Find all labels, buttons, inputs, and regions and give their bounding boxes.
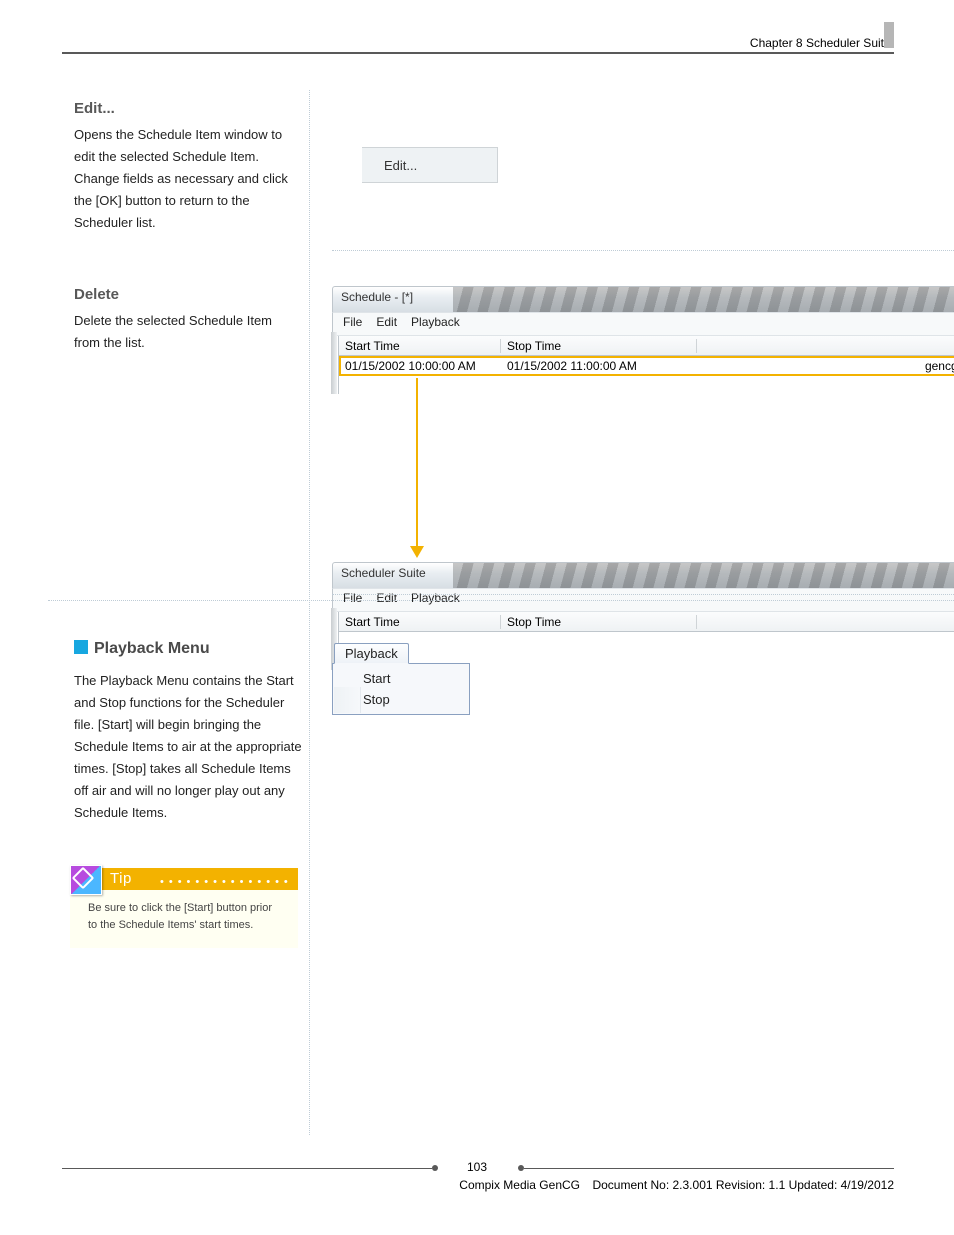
tip-label: Tip: [110, 870, 132, 887]
playback-menu-figure: Playback Start Stop: [332, 643, 470, 715]
cell-stop-time: 01/15/2002 11:00:00 AM: [501, 359, 697, 373]
header-tab-decor: [884, 22, 894, 48]
cell-start-time: 01/15/2002 10:00:00 AM: [339, 359, 501, 373]
col-stop-time[interactable]: Stop Time: [501, 339, 697, 353]
col-start-time[interactable]: Start Time: [339, 339, 501, 353]
window-title-bar: Scheduler Suite: [332, 562, 954, 588]
dotted-separator: [332, 594, 954, 595]
col-file[interactable]: File: [697, 615, 954, 629]
tip-body: Be sure to click the [Start] button prio…: [70, 890, 298, 948]
col-start-time[interactable]: Start Time: [339, 615, 501, 629]
tip-box: Tip ••••••••••••••• Be sure to click the…: [70, 868, 298, 948]
menu-item-stop[interactable]: Stop: [333, 689, 469, 710]
footer-product: Compix Media GenCG: [0, 1178, 580, 1192]
col-file[interactable]: File: [697, 339, 954, 353]
dotted-separator-full: [48, 600, 954, 601]
table-header: Start Time Stop Time File Page: [338, 336, 954, 356]
edit-menu-item-label: Edit...: [384, 158, 417, 173]
edit-menu-item-figure: Edit...: [362, 147, 498, 183]
cell-file: gencg_news.gcg: [697, 359, 954, 373]
playback-tab[interactable]: Playback: [334, 643, 409, 664]
menu-bar: File Edit Playback: [332, 312, 954, 336]
header-rule: [62, 52, 894, 54]
menu-file[interactable]: File: [343, 315, 362, 335]
menu-edit[interactable]: Edit: [376, 315, 397, 335]
window-title: Scheduler Suite: [341, 566, 426, 580]
footer-docinfo: Document No: 2.3.001 Revision: 1.1 Updat…: [592, 1178, 894, 1192]
window-title-bar: Schedule - [*]: [332, 286, 954, 312]
arrow-head-icon: [410, 546, 424, 558]
edit-heading: Edit...: [74, 98, 299, 120]
page-number: 103: [0, 1160, 954, 1174]
table-blank: [338, 376, 954, 394]
playback-heading: Playback Menu: [74, 638, 306, 660]
edit-body: Opens the Schedule Item window to edit t…: [74, 124, 299, 234]
arrow-line: [416, 378, 418, 548]
menu-item-start[interactable]: Start: [333, 668, 469, 689]
blue-square-icon: [74, 640, 88, 654]
playback-body: The Playback Menu contains the Start and…: [74, 670, 306, 824]
delete-body: Delete the selected Schedule Item from t…: [74, 310, 299, 354]
window-left-rail: [331, 332, 337, 394]
dotted-separator: [332, 250, 954, 251]
tip-icon: [70, 865, 102, 895]
table-header: Start Time Stop Time File Page: [338, 612, 954, 632]
column-divider: [309, 90, 310, 1135]
col-stop-time[interactable]: Stop Time: [501, 615, 697, 629]
playback-heading-text: Playback Menu: [94, 640, 210, 657]
menu-playback[interactable]: Playback: [411, 315, 460, 335]
table-row[interactable]: 01/15/2002 10:00:00 AM 01/15/2002 11:00:…: [338, 356, 954, 376]
tip-dots-decor: •••••••••••••••: [160, 876, 293, 888]
delete-heading: Delete: [74, 284, 299, 306]
window-title: Schedule - [*]: [341, 290, 413, 304]
chapter-title: Chapter 8 Scheduler Suit: [750, 36, 884, 50]
